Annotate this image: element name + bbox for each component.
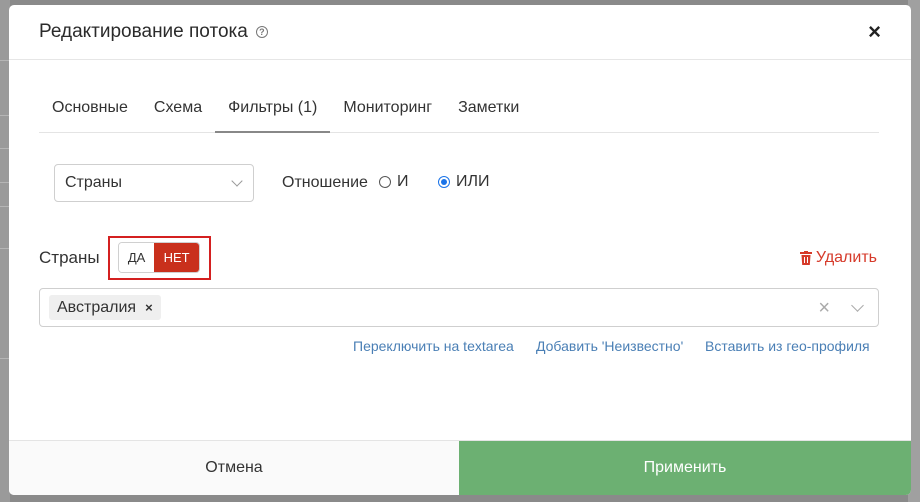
tab-monitoring[interactable]: Мониторинг: [330, 95, 445, 133]
modal-title: Редактирование потока ?: [39, 21, 268, 43]
modal-title-text: Редактирование потока: [39, 21, 248, 42]
clear-icon[interactable]: ×: [818, 297, 830, 320]
filter-type-value: Страны: [65, 174, 123, 191]
apply-button[interactable]: Применить: [459, 441, 911, 495]
chevron-down-icon[interactable]: [851, 299, 864, 312]
radio-or[interactable]: [438, 176, 450, 188]
cancel-button[interactable]: Отмена: [9, 441, 459, 495]
chevron-down-icon: [231, 175, 243, 187]
tab-bar: Основные Схема Фильтры (1) Мониторинг За…: [39, 95, 879, 133]
radio-and-label: И: [397, 173, 409, 190]
trash-icon: [799, 251, 812, 265]
tab-scheme[interactable]: Схема: [141, 95, 215, 133]
tag-remove-icon[interactable]: ×: [145, 300, 153, 315]
help-icon[interactable]: ?: [255, 26, 268, 38]
tab-basic[interactable]: Основные: [39, 95, 141, 133]
countries-label: Страны: [39, 248, 100, 267]
include-exclude-toggle: ДА НЕТ: [118, 242, 200, 273]
modal-footer: Отмена Применить: [9, 440, 911, 495]
countries-multiselect[interactable]: Австралия × ×: [39, 288, 879, 327]
switch-textarea-link[interactable]: Переключить на textarea: [353, 338, 514, 354]
insert-geo-profile-link[interactable]: Вставить из гео-профиля: [705, 338, 870, 354]
toggle-no-button[interactable]: НЕТ: [154, 243, 199, 272]
toggle-yes-button[interactable]: ДА: [119, 243, 155, 272]
close-button[interactable]: ×: [868, 19, 881, 45]
delete-label: Удалить: [815, 249, 877, 266]
radio-or-label: ИЛИ: [456, 173, 490, 190]
tab-notes[interactable]: Заметки: [445, 95, 532, 133]
radio-and[interactable]: [379, 176, 391, 188]
delete-filter-button[interactable]: Удалить: [799, 249, 877, 267]
country-tag-label: Австралия: [57, 298, 137, 316]
edit-stream-modal: Редактирование потока ? × Основные Схема…: [9, 5, 911, 495]
add-unknown-link[interactable]: Добавить 'Неизвестно': [536, 338, 683, 354]
relation-label: Отношение: [282, 174, 368, 191]
filter-type-select[interactable]: Страны: [54, 164, 254, 202]
country-tag: Австралия ×: [49, 295, 161, 320]
tab-filters[interactable]: Фильтры (1): [215, 95, 331, 133]
modal-header: Редактирование потока ? ×: [9, 5, 911, 60]
